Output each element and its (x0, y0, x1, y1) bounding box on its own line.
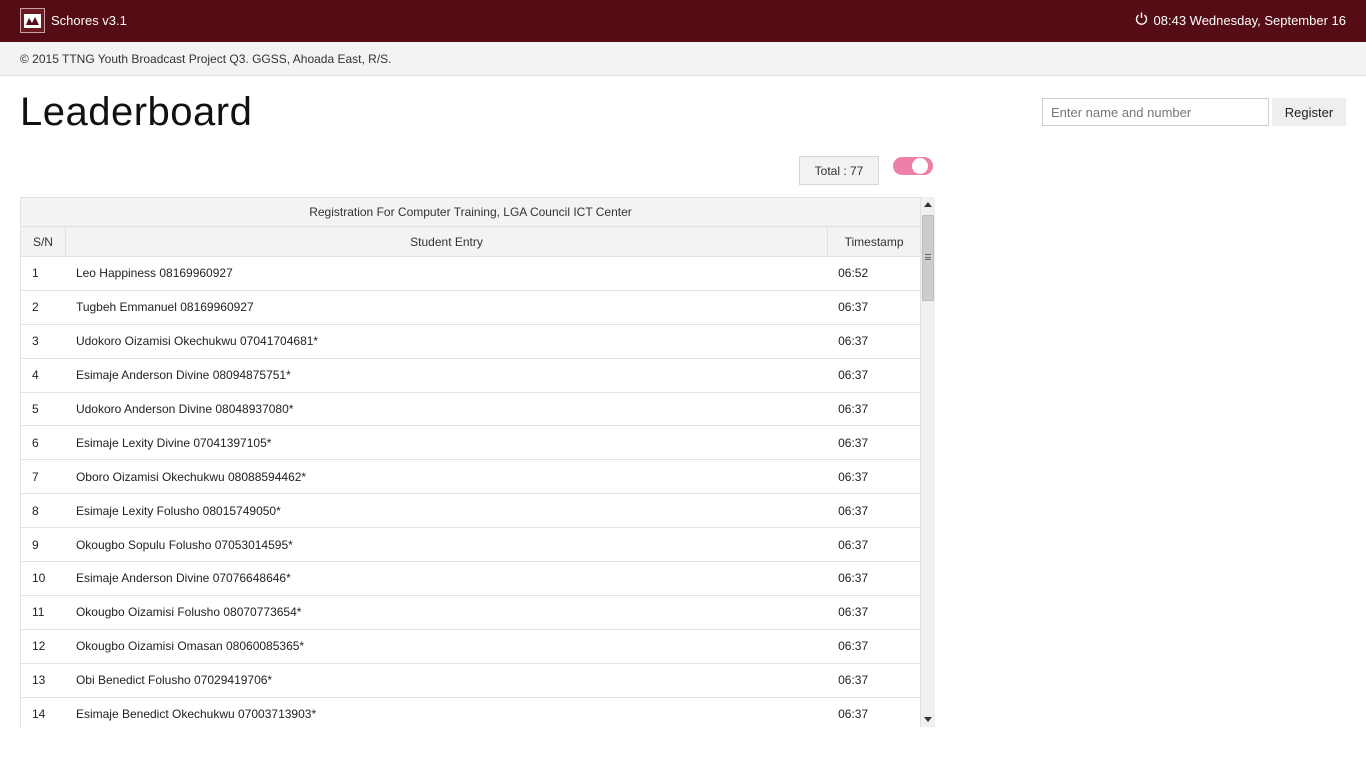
scroll-up-arrow-icon[interactable] (924, 202, 932, 207)
table-row[interactable]: 2 Tugbeh Emmanuel 08169960927 06:37 (21, 291, 920, 325)
row-sn: 6 (32, 435, 39, 450)
row-sn: 10 (32, 571, 46, 586)
row-student-entry: Leo Happiness 08169960927 (75, 266, 233, 281)
row-timestamp: 06:37 (838, 605, 869, 620)
row-timestamp: 06:37 (838, 368, 869, 383)
row-timestamp: 06:37 (838, 435, 869, 450)
table-row[interactable]: 13 Obi Benedict Folusho 07029419706* 06:37 (21, 664, 920, 698)
table-row[interactable]: 8 Esimaje Lexity Folusho 08015749050* 06:3… (21, 494, 920, 529)
row-student-entry: Okougbo Oizamisi Omasan 08060085365* (75, 639, 305, 654)
row-timestamp: 06:37 (838, 402, 869, 416)
row-student-entry: Esimaje Anderson Divine 08094875751* (75, 368, 291, 383)
row-sn: 1 (32, 266, 39, 281)
row-student-entry: Obi Benedict Folusho 07029419706* (75, 673, 273, 688)
table-row[interactable]: 10 Esimaje Anderson Divine 07076648646* 06… (21, 562, 920, 596)
table-scrollbar[interactable] (920, 197, 935, 727)
status-area: 08:43 Wednesday, September 16 (1135, 12, 1346, 28)
toggle-knob (912, 158, 928, 174)
row-student-entry: Esimaje Benedict Okechukwu 07003713903* (75, 707, 317, 722)
title-bar: Schores v3.1 08:43 Wednesday, September … (0, 0, 1366, 42)
row-timestamp: 06:37 (838, 334, 869, 349)
row-timestamp: 06:37 (838, 537, 869, 552)
row-sn: 4 (32, 368, 39, 383)
app-logo-icon (20, 8, 45, 33)
row-sn: 5 (32, 402, 39, 416)
scrollbar-grip-icon (925, 254, 931, 260)
table-caption: Registration For Computer Training, LGA … (21, 197, 920, 227)
row-sn: 12 (32, 639, 46, 654)
scroll-down-arrow-icon[interactable] (924, 717, 932, 722)
row-timestamp: 06:52 (838, 266, 869, 281)
copyright-bar: © 2015 TTNG Youth Broadcast Project Q3. … (0, 42, 1366, 76)
row-student-entry: Udokoro Anderson Divine 08048937080* (75, 402, 294, 416)
scrollbar-thumb[interactable] (922, 215, 934, 301)
row-sn: 13 (32, 673, 46, 688)
table-row[interactable]: 4 Esimaje Anderson Divine 08094875751* 06:… (21, 359, 920, 393)
toggle-switch[interactable] (893, 157, 933, 175)
table-row[interactable]: 11 Okougbo Oizamisi Folusho 08070773654* 0… (21, 596, 920, 630)
leaderboard-table: Registration For Computer Training, LGA … (20, 197, 920, 727)
table-row[interactable]: 14 Esimaje Benedict Okechukwu 07003713903… (21, 698, 920, 727)
row-timestamp: 06:37 (838, 639, 869, 654)
register-name-input[interactable] (1042, 98, 1269, 126)
row-sn: 14 (32, 707, 46, 722)
row-sn: 7 (32, 469, 39, 484)
page-title: Leaderboard (20, 90, 253, 134)
table-row[interactable]: 6 Esimaje Lexity Divine 07041397105* 06:37 (21, 426, 920, 461)
datetime-label: 08:43 Wednesday, September 16 (1153, 12, 1346, 28)
column-header-timestamp[interactable]: Timestamp (828, 227, 920, 256)
row-student-entry: Oboro Oizamisi Okechukwu 08088594462* (75, 469, 307, 484)
row-student-entry: Tugbeh Emmanuel 08169960927 (75, 300, 254, 315)
table-header-row: S/N Student Entry Timestamp (21, 227, 920, 257)
row-student-entry: Okougbo Oizamisi Folusho 08070773654* (75, 605, 302, 620)
row-student-entry: Okougbo Sopulu Folusho 07053014595* (75, 537, 293, 552)
row-student-entry: Udokoro Oizamisi Okechukwu 07041704681* (75, 334, 319, 349)
power-icon[interactable] (1135, 12, 1148, 28)
table-row[interactable]: 5 Udokoro Anderson Divine 08048937080* 06:… (21, 393, 920, 427)
app-title: Schores v3.1 (51, 13, 127, 28)
row-sn: 9 (32, 537, 39, 552)
register-button[interactable]: Register (1272, 98, 1346, 126)
column-header-entry[interactable]: Student Entry (66, 227, 829, 256)
table-body: 1 Leo Happiness 08169960927 06:52 2 Tugbeh E… (21, 257, 920, 727)
row-sn: 8 (32, 503, 39, 518)
row-student-entry: Esimaje Lexity Folusho 08015749050* (75, 503, 281, 518)
row-sn: 11 (32, 605, 45, 620)
total-count-badge: Total : 77 (799, 156, 879, 185)
row-student-entry: Esimaje Anderson Divine 07076648646* (75, 571, 291, 586)
column-header-sn[interactable]: S/N (21, 227, 66, 256)
table-row[interactable]: 7 Oboro Oizamisi Okechukwu 08088594462* 06… (21, 460, 920, 495)
row-timestamp: 06:37 (838, 300, 869, 315)
row-sn: 3 (32, 334, 39, 349)
table-row[interactable]: 12 Okougbo Oizamisi Omasan 08060085365* 06… (21, 630, 920, 664)
row-timestamp: 06:37 (838, 707, 869, 722)
table-row[interactable]: 9 Okougbo Sopulu Folusho 07053014595* 06:3… (21, 528, 920, 563)
table-row[interactable]: 3 Udokoro Oizamisi Okechukwu 07041704681*… (21, 325, 920, 359)
row-student-entry: Esimaje Lexity Divine 07041397105* (75, 435, 272, 450)
row-timestamp: 06:37 (838, 469, 869, 484)
row-timestamp: 06:37 (838, 673, 869, 688)
copyright-text: © 2015 TTNG Youth Broadcast Project Q3. … (20, 52, 392, 66)
row-timestamp: 06:37 (838, 503, 869, 518)
row-sn: 2 (32, 300, 39, 315)
row-timestamp: 06:37 (838, 571, 869, 586)
table-row[interactable]: 1 Leo Happiness 08169960927 06:52 (21, 257, 920, 291)
